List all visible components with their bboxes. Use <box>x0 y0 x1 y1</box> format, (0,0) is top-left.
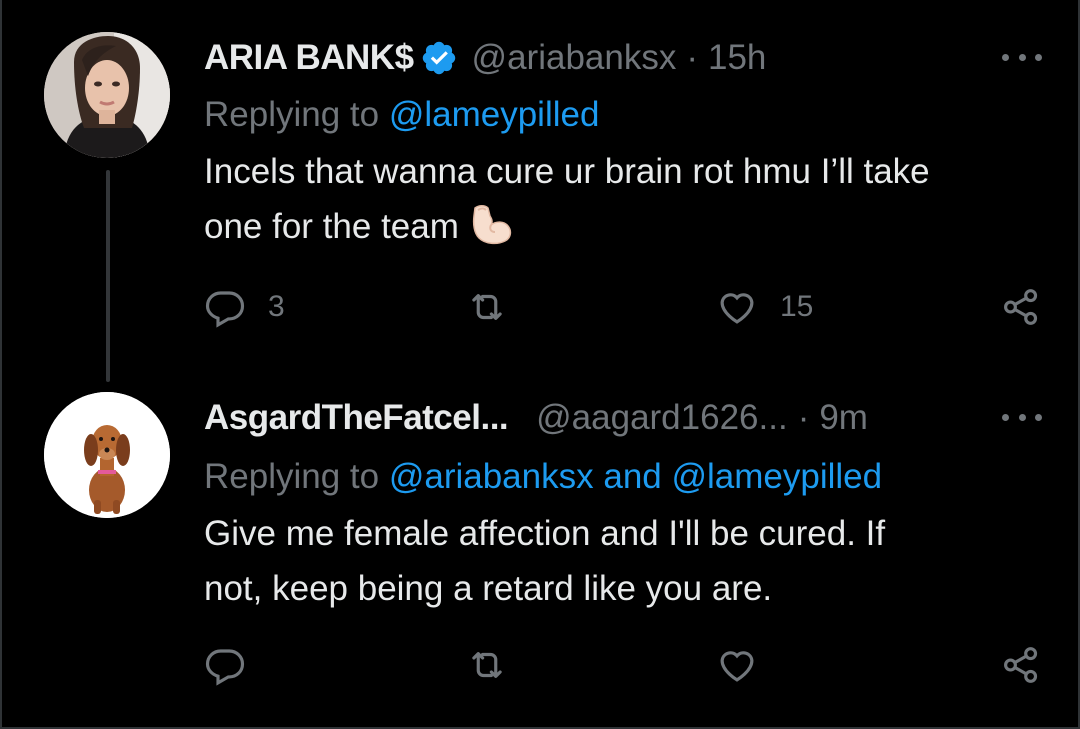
tweet-text-line: Incels that wanna cure ur brain rot hmu … <box>204 152 930 191</box>
share-button[interactable] <box>1000 640 1042 690</box>
retweet-icon <box>472 652 502 678</box>
tweet[interactable]: ARIA BANK$ @ariabanksx · 15h Replying to… <box>2 0 1080 382</box>
mention-link[interactable]: @lameypilled <box>671 457 882 496</box>
reply-button[interactable] <box>204 640 268 690</box>
avatar[interactable] <box>44 32 170 158</box>
tweet-actions <box>204 640 1042 690</box>
replying-to-label: Replying to <box>204 95 389 134</box>
share-button[interactable] <box>1000 282 1042 332</box>
tweet-text-line-wrap: one for the team <box>204 199 1044 254</box>
tweet-content: AsgardTheFatcel... @aagard1626... · 9m R… <box>204 396 1042 616</box>
retweet-button[interactable] <box>466 640 530 690</box>
timestamp[interactable]: 9m <box>819 396 868 440</box>
avatar[interactable] <box>44 392 170 518</box>
tweet-text-line: Give me female affection and I'll be cur… <box>204 514 886 553</box>
thread-connector <box>106 170 110 382</box>
flexed-biceps-icon <box>469 202 513 246</box>
reply-button[interactable]: 3 <box>204 282 285 332</box>
reply-icon <box>205 649 245 686</box>
timestamp[interactable]: 15h <box>708 36 766 80</box>
separator-dot: · <box>797 398 810 437</box>
tweet-actions: 3 15 <box>204 282 1042 332</box>
heart-icon <box>720 651 754 682</box>
mention-link[interactable]: @ariabanksx <box>389 457 594 496</box>
tweet-text: Incels that wanna cure ur brain rot hmu … <box>204 144 1044 254</box>
avatar-photo <box>44 392 170 518</box>
share-icon <box>1004 647 1038 683</box>
more-options-icon[interactable] <box>1002 402 1042 432</box>
like-button[interactable] <box>716 640 780 690</box>
replying-to: Replying to @lameypilled <box>204 92 1042 138</box>
like-button[interactable]: 15 <box>716 282 813 332</box>
tweet-text-line: not, keep being a retard like you are. <box>204 569 773 608</box>
mention-joiner: and <box>593 457 672 496</box>
tweet-text: Give me female affection and I'll be cur… <box>204 506 1044 616</box>
reply-icon <box>205 291 245 328</box>
retweet-icon <box>472 294 502 320</box>
retweet-button[interactable] <box>466 282 530 332</box>
display-name[interactable]: ARIA BANK$ <box>204 36 414 80</box>
separator-dot: · <box>686 38 698 77</box>
tweet-header: ARIA BANK$ @ariabanksx · 15h <box>204 36 1042 80</box>
heart-icon <box>720 293 754 324</box>
like-count: 15 <box>780 290 814 323</box>
tweet-content: ARIA BANK$ @ariabanksx · 15h Replying to… <box>204 36 1042 254</box>
verified-badge-icon <box>420 39 458 77</box>
tweet[interactable]: AsgardTheFatcel... @aagard1626... · 9m R… <box>2 380 1080 729</box>
tweet-text-line: one for the team <box>204 207 459 246</box>
replying-to-label: Replying to <box>204 457 389 496</box>
more-options-icon[interactable] <box>1002 42 1042 72</box>
avatar-photo <box>44 32 170 158</box>
share-icon <box>1004 289 1038 325</box>
reply-count: 3 <box>268 290 285 323</box>
user-handle[interactable]: @ariabanksx <box>472 36 677 80</box>
replying-to: Replying to @ariabanksx and @lameypilled <box>204 454 1042 500</box>
user-handle[interactable]: @aagard1626... <box>536 396 788 440</box>
tweet-header: AsgardTheFatcel... @aagard1626... · 9m <box>204 396 1042 440</box>
mention-link[interactable]: @lameypilled <box>389 95 600 134</box>
display-name[interactable]: AsgardTheFatcel... <box>204 396 509 440</box>
reply-thread: ARIA BANK$ @ariabanksx · 15h Replying to… <box>0 0 1080 729</box>
